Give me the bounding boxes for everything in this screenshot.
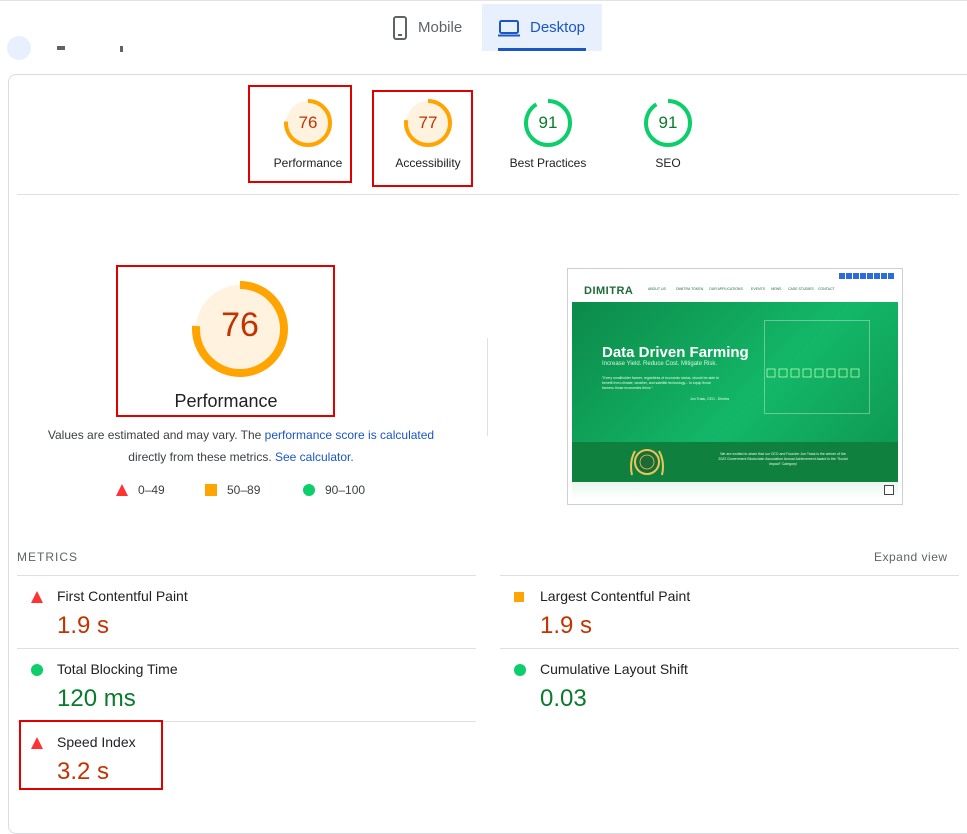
preview-award-text: We are excited to share that our CEO and… [718,452,848,466]
preview-hero-quote: "Every smallholder farmer, regardless of… [602,376,719,390]
legend-average: 50–89 [205,483,260,497]
partial-avatar-icon [7,36,123,60]
page-screenshot-preview: DIMITRA ABOUT US DIMITRA TOKEN OUR APPLI… [567,268,903,505]
preview-chat-icon [884,485,894,495]
legend-pass: 90–100 [303,483,365,497]
metrics-divider [500,648,959,649]
preview-nav-item: OUR APPLICATIONS [709,287,743,291]
legend-fail: 0–49 [116,483,165,497]
vertical-divider [487,338,488,436]
preview-hero-author: Jon Trask, CEO - Dimitra [690,397,729,401]
description-text-2: directly from these metrics. [128,450,275,464]
metrics-divider [17,648,476,649]
gauge-best-practices[interactable]: 91 Best Practices [488,96,608,170]
expand-view-toggle[interactable]: Expand view [874,550,948,564]
legend-fail-label: 0–49 [138,483,165,497]
tab-desktop[interactable]: Desktop [482,4,602,51]
preview-sdg-icons [766,368,860,378]
description-text-1: Values are estimated and may vary. The [47,428,265,442]
preview-hero-title: Data Driven Farming [602,344,749,361]
metric-name: Cumulative Layout Shift [540,661,688,677]
preview-nav-item: EVENTS [751,287,766,291]
preview-footer-bar [572,482,898,500]
highlight-box-accessibility [372,90,473,187]
gauge-seo[interactable]: 91 SEO [608,96,728,170]
preview-hero-image-frame [764,320,870,414]
preview-nav-item: DIMITRA TOKEN [676,287,704,291]
laptop-icon [498,19,520,36]
metric-value: 0.03 [540,685,587,712]
preview-hero: Data Driven Farming Increase Yield. Redu… [572,302,898,442]
preview-social-icons [839,273,899,279]
fail-triangle-icon [31,591,43,603]
metrics-divider [17,575,476,576]
metric-name: Largest Contentful Paint [540,588,691,604]
score-description: Values are estimated and may vary. The p… [36,424,446,468]
tab-mobile[interactable]: Mobile [376,4,482,51]
metric-name: Total Blocking Time [57,661,178,677]
gauge-score: 91 [538,113,558,132]
pass-circle-icon [31,664,43,676]
phone-icon [393,15,407,40]
preview-nav-item: CONTACT [818,287,835,291]
metrics-divider [500,575,959,576]
metrics-header: METRICS [17,550,78,564]
legend-pass-label: 90–100 [325,483,366,497]
triangle-icon [116,484,128,496]
pass-circle-icon [514,664,526,676]
gauge-score: 91 [658,113,678,132]
gauges-divider [17,194,959,195]
average-square-icon [514,592,524,602]
metric-value: 1.9 s [57,612,110,639]
highlight-box-speed-index [19,720,163,790]
square-icon [205,484,217,496]
gauge-label: SEO [655,156,681,170]
award-medal-icon [630,449,664,476]
preview-hero-subtitle: Increase Yield. Reduce Cost. Mitigate Ri… [602,361,718,367]
partial-hidden-row [0,32,380,60]
highlight-box-performance [248,85,352,183]
performance-score-link[interactable]: performance score is calculated [265,428,434,442]
preview-nav-item: ABOUT US [648,287,666,291]
tab-mobile-label: Mobile [418,19,463,36]
legend-average-label: 50–89 [227,483,261,497]
metric-value: 120 ms [57,685,136,712]
preview-nav-item: NEWS [771,287,782,291]
highlight-box-main-score [116,265,335,417]
metric-value: 1.9 s [540,612,593,639]
preview-nav-item: CASE STUDIES [788,287,814,291]
metric-name: First Contentful Paint [57,588,188,604]
preview-logo: DIMITRA [584,285,634,297]
circle-icon [303,484,315,496]
see-calculator-link[interactable]: See calculator. [275,450,354,464]
tab-desktop-label: Desktop [530,19,586,36]
gauge-label: Best Practices [509,156,587,170]
